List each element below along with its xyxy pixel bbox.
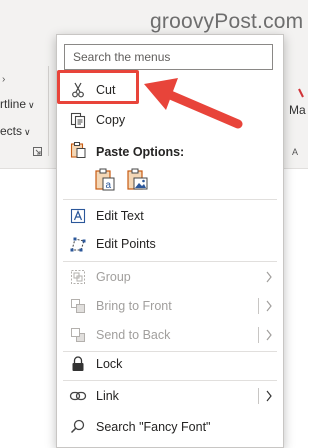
menu-item-search[interactable]: Search "Fancy Font" <box>57 413 283 441</box>
menu-item-bring-to-front[interactable]: Bring to Front <box>57 292 283 320</box>
chevron-right-icon[interactable] <box>265 300 273 312</box>
ribbon-divider <box>48 66 49 156</box>
menu-item-label: Group <box>96 270 131 284</box>
menu-item-label: Link <box>96 389 119 403</box>
chevron-right-icon[interactable] <box>265 329 273 341</box>
menu-item-label: Send to Back <box>96 328 171 342</box>
search-icon <box>70 419 85 434</box>
callout-arrow-icon <box>144 78 243 129</box>
menu-divider <box>63 261 277 262</box>
ribbon-right-label[interactable]: Ma <box>289 103 306 117</box>
menu-item-group[interactable]: Group <box>57 263 283 291</box>
menu-item-edit-text[interactable]: Edit Text <box>57 202 283 230</box>
menu-item-label: Search "Fancy Font" <box>96 420 211 434</box>
paste-keep-text-icon[interactable]: a <box>93 167 119 193</box>
edit-points-icon <box>70 237 86 252</box>
bring-to-front-icon <box>71 299 85 313</box>
chevron-right-icon <box>266 271 272 283</box>
menu-item-lock[interactable]: Lock <box>57 350 283 378</box>
menu-item-link[interactable]: Link <box>57 382 283 410</box>
svg-text:a: a <box>106 180 112 191</box>
menu-divider <box>63 199 277 200</box>
clipboard-icon <box>70 142 86 158</box>
ribbon-red-mark <box>298 88 304 98</box>
menu-item-label: Lock <box>96 357 123 371</box>
menu-item-label: Copy <box>96 113 126 127</box>
cut-highlight-box <box>57 70 139 104</box>
copy-icon <box>70 112 86 129</box>
group-icon <box>71 270 85 284</box>
ribbon-chevron-icon[interactable]: › <box>2 74 5 85</box>
paste-options-label: Paste Options: <box>96 145 185 159</box>
ribbon-effects-button[interactable]: ects ∨ <box>0 124 31 138</box>
watermark: groovyPost.com <box>150 10 304 33</box>
lock-icon <box>72 356 84 371</box>
ribbon-outline-button[interactable]: rtline ∨ <box>0 97 35 111</box>
split-divider <box>258 388 259 404</box>
menu-item-send-to-back[interactable]: Send to Back <box>57 321 283 349</box>
menu-item-edit-points[interactable]: Edit Points <box>57 230 283 258</box>
menu-divider <box>63 380 277 381</box>
dialog-launcher-icon[interactable] <box>33 147 42 156</box>
split-divider <box>258 298 259 314</box>
menu-item-label: Edit Points <box>96 237 156 251</box>
send-to-back-icon <box>71 328 85 342</box>
paste-as-picture-icon[interactable] <box>125 167 151 193</box>
menu-item-label: Bring to Front <box>96 299 172 313</box>
edit-text-icon <box>70 208 86 224</box>
ribbon-right-group-label: A <box>292 147 299 157</box>
link-icon <box>69 391 87 401</box>
split-divider <box>258 327 259 343</box>
chevron-right-icon[interactable] <box>265 390 273 402</box>
menu-item-label: Edit Text <box>96 209 144 223</box>
search-menus-input[interactable] <box>64 44 273 70</box>
